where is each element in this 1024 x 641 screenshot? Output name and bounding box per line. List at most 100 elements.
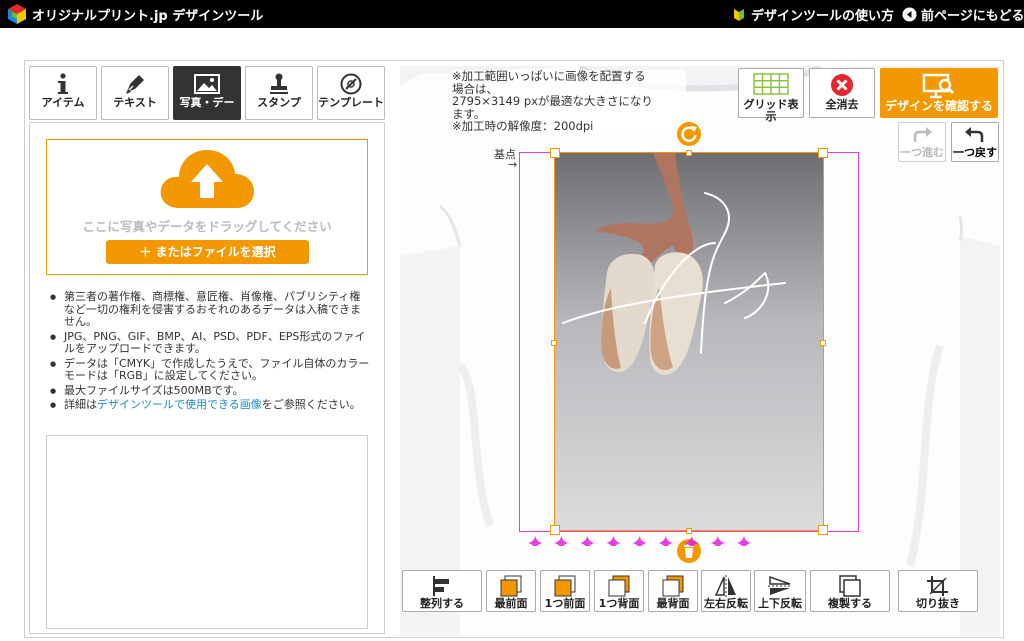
undo-button[interactable]: 一つ戻す: [951, 122, 999, 162]
note-rights: 第三者の著作権、商標権、意匠権、肖像権、パブリシティ権など一切の権利を侵害するお…: [50, 290, 370, 329]
tab-text[interactable]: テキスト: [101, 66, 169, 120]
template-icon: [318, 67, 384, 97]
grid-icon: [739, 69, 803, 99]
send-backward-label: 1つ背面: [598, 597, 640, 610]
backward-icon: [595, 571, 643, 598]
flip-horizontal-button[interactable]: 左右反転: [701, 570, 751, 612]
resize-handle-top[interactable]: [686, 150, 692, 156]
photo-panel: ここに写真やデータをドラッグしてください ＋ またはファイルを選択 第三者の著作…: [29, 122, 385, 634]
flip-vertical-icon: [755, 571, 805, 598]
grid-toggle-button[interactable]: グリッド表示: [738, 68, 804, 123]
redo-label: 一つ進む: [900, 146, 944, 159]
crop-icon: [899, 571, 977, 598]
resize-handle-right[interactable]: [820, 340, 826, 346]
back-link[interactable]: 前ページにもどる: [902, 5, 1024, 24]
stamp-icon: [246, 67, 312, 97]
resize-handle-top-right[interactable]: [818, 148, 828, 158]
align-icon: [403, 571, 481, 598]
undo-arrow-icon: [952, 123, 998, 147]
send-backward-button[interactable]: 1つ背面: [594, 570, 644, 612]
forward-icon: [541, 571, 589, 598]
back-link-label: 前ページにもどる: [921, 9, 1024, 24]
clear-all-label: 全消去: [825, 98, 859, 111]
tab-template-label: テンプレート: [318, 97, 384, 109]
note-details-pre: 詳細は: [64, 398, 97, 411]
base-point-label: 基点 →: [494, 146, 517, 171]
info-icon: [30, 67, 96, 97]
info-line-2: 場合は、: [452, 82, 498, 95]
print-size-info: ※加工範囲いっぱいに画像を配置する 場合は、 2795×3149 pxが最適な大…: [452, 70, 686, 133]
note-details: 詳細はデザインツールで使用できる画像をご参照ください。: [50, 398, 370, 412]
select-file-button[interactable]: ＋ またはファイルを選択: [106, 240, 309, 264]
clear-x-icon: [810, 69, 874, 99]
tab-photo-label: 写真・デー: [179, 97, 235, 109]
base-point-arrow-icon: →: [508, 158, 518, 171]
note-details-post: をご参照ください。: [261, 398, 361, 411]
monitor-search-icon: [880, 68, 998, 100]
crop-button[interactable]: 切り抜き: [898, 570, 978, 612]
bring-forward-label: 1つ前面: [544, 597, 586, 610]
note-color-mode: データは「CMYK」で作成したうえで、ファイル自体のカラーモードは「RGB」に設…: [50, 357, 370, 383]
placed-photo[interactable]: [554, 152, 824, 531]
duplicate-label: 複製する: [828, 597, 872, 610]
pen-icon: [102, 67, 168, 97]
back-circle-icon: [902, 7, 917, 22]
note-max-size: 最大ファイルサイズは500MBです。: [50, 384, 370, 398]
align-label: 整列する: [420, 597, 464, 610]
grid-toggle-label: グリッド表示: [743, 98, 799, 123]
left-panel: アイテム テキスト 写真・デー スタンプ テンプレート ここに写真やデータをドラ…: [29, 66, 385, 634]
tab-template[interactable]: テンプレート: [317, 66, 385, 120]
note-formats: JPG、PNG、GIF、BMP、AI、PSD、PDF、EPS形式のファイルをアッ…: [50, 330, 370, 356]
info-line-1: ※加工範囲いっぱいに画像を配置する: [452, 70, 646, 83]
rotate-button[interactable]: [677, 122, 701, 146]
tab-photo[interactable]: 写真・デー: [173, 66, 241, 120]
rotate-icon: [681, 126, 697, 142]
bring-to-front-label: 最前面: [494, 597, 528, 610]
confirm-design-label: デザインを確認する: [884, 99, 993, 113]
tab-stamp[interactable]: スタンプ: [245, 66, 313, 120]
tab-stamp-label: スタンプ: [257, 97, 301, 109]
send-to-back-label: 最背面: [656, 597, 690, 610]
tab-item-label: アイテム: [41, 97, 85, 109]
flip-vertical-button[interactable]: 上下反転: [754, 570, 806, 612]
image-icon: [174, 67, 240, 97]
info-line-5: ※加工時の解像度：200dpi: [452, 120, 594, 133]
beginner-leaf-icon: [734, 9, 744, 21]
bring-forward-button[interactable]: 1つ前面: [540, 570, 590, 612]
upload-cloud-icon: [160, 150, 255, 208]
flip-horizontal-icon: [702, 571, 750, 598]
duplicate-icon: [811, 571, 889, 598]
help-link-label: デザインツールの使い方: [751, 9, 895, 24]
drop-zone-text: ここに写真やデータをドラッグしてください: [82, 219, 332, 234]
upload-notes: 第三者の著作権、商標権、意匠権、肖像権、パブリシティ権など一切の権利を侵害するお…: [50, 290, 370, 414]
logo-text[interactable]: オリジナルプリント.jp デザインツール: [32, 5, 263, 24]
drop-zone[interactable]: ここに写真やデータをドラッグしてください ＋ またはファイルを選択: [46, 139, 368, 275]
clear-all-button[interactable]: 全消去: [809, 68, 875, 118]
top-bar: オリジナルプリント.jp デザインツール デザインツールの使い方 前ページにもど…: [0, 0, 1024, 28]
tab-text-label: テキスト: [113, 97, 157, 109]
send-to-back-button[interactable]: 最背面: [648, 570, 698, 612]
tab-item[interactable]: アイテム: [29, 66, 97, 120]
undo-label: 一つ戻す: [953, 146, 997, 159]
flip-horizontal-label: 左右反転: [704, 597, 748, 610]
front-icon: [487, 571, 535, 598]
info-line-3: 2795×3149 pxが最適な大きさになり: [452, 95, 653, 108]
back-icon: [649, 571, 697, 598]
info-line-4: ます。: [452, 107, 486, 120]
usable-images-link[interactable]: デザインツールで使用できる画像: [97, 398, 262, 411]
redo-arrow-icon: [899, 123, 945, 147]
flip-vertical-label: 上下反転: [758, 597, 802, 610]
crop-label: 切り抜き: [916, 597, 960, 610]
duplicate-button[interactable]: 複製する: [810, 570, 890, 612]
uploaded-images-list[interactable]: [46, 435, 368, 629]
magenta-text-fragment: ✦ ✦ ✦ ✦ ✦ ✦ ✦ ✦ ✦: [526, 532, 754, 546]
align-button[interactable]: 整列する: [402, 570, 482, 612]
bring-to-front-button[interactable]: 最前面: [486, 570, 536, 612]
logo-icon: [8, 4, 26, 24]
resize-handle-top-left[interactable]: [550, 148, 560, 158]
confirm-design-button[interactable]: デザインを確認する: [880, 68, 998, 118]
help-link[interactable]: デザインツールの使い方: [732, 5, 894, 24]
redo-button[interactable]: 一つ進む: [898, 122, 946, 162]
resize-handle-left[interactable]: [551, 340, 557, 346]
photo-image: [555, 153, 823, 530]
